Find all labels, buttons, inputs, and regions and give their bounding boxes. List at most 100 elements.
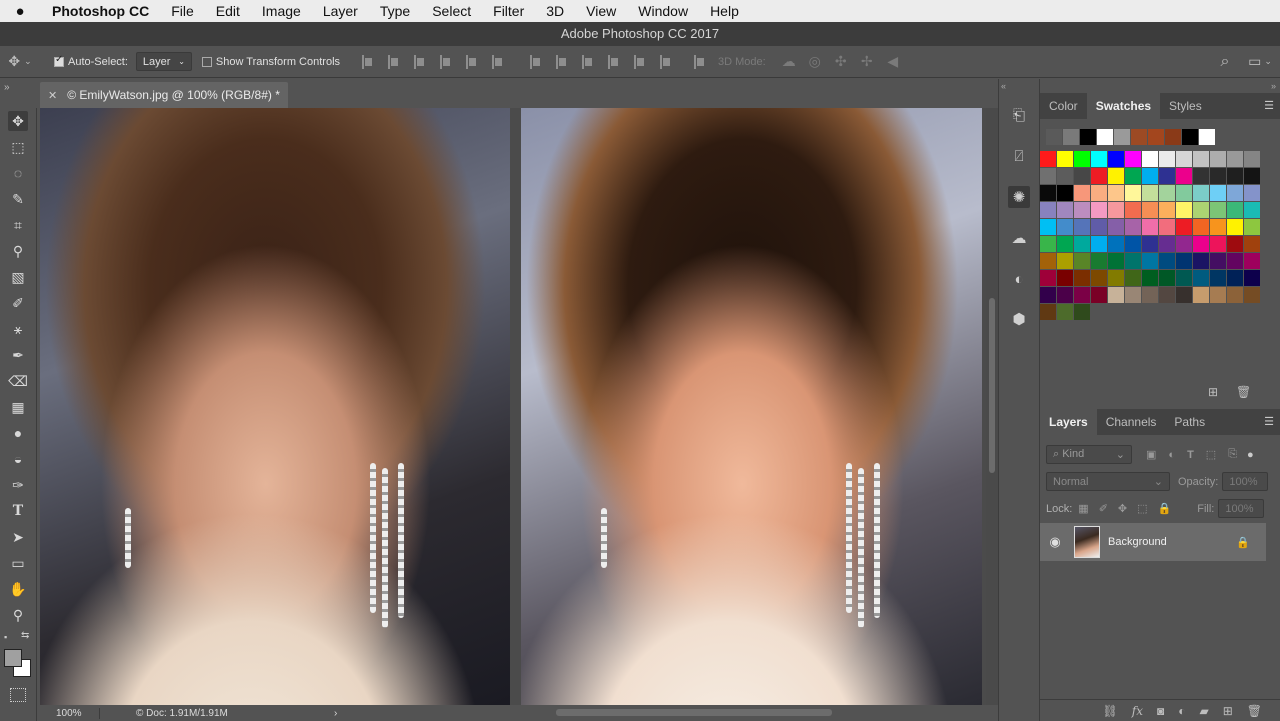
dodge-tool[interactable]: ◒ (8, 449, 28, 469)
swatch[interactable] (1057, 151, 1073, 167)
swatch[interactable] (1159, 287, 1175, 303)
swatch[interactable] (1074, 202, 1090, 218)
swatch[interactable] (1193, 168, 1209, 184)
align-hcenter-icon[interactable] (466, 54, 477, 69)
swatch[interactable] (1091, 236, 1107, 252)
swatch[interactable] (1057, 236, 1073, 252)
swatch[interactable] (1125, 270, 1141, 286)
libraries-panel-icon[interactable]: ☁ (1008, 227, 1030, 249)
swatch[interactable] (1091, 151, 1107, 167)
swatch[interactable] (1182, 129, 1198, 145)
brush-tool[interactable]: ✐ (8, 293, 28, 313)
swatch[interactable] (1176, 287, 1192, 303)
align-bottom-icon[interactable] (414, 54, 425, 69)
swatch[interactable] (1125, 185, 1141, 201)
lock-pixels-icon[interactable]: ✐ (1099, 502, 1108, 515)
swatch[interactable] (1142, 219, 1158, 235)
3d-orbit-icon[interactable]: ☁ (776, 53, 802, 70)
menu-3d[interactable]: 3D (535, 3, 575, 19)
swatch[interactable] (1244, 151, 1260, 167)
swatch[interactable] (1125, 219, 1141, 235)
swatch[interactable] (1244, 287, 1260, 303)
auto-select-dropdown[interactable]: Layer ⌄ (135, 52, 192, 71)
lock-position-icon[interactable]: ✥ (1118, 502, 1127, 515)
swatch[interactable] (1142, 236, 1158, 252)
layer-style-icon[interactable]: fx (1132, 704, 1143, 718)
apple-icon[interactable]: ● (0, 3, 40, 20)
swatch[interactable] (1074, 270, 1090, 286)
swatch[interactable] (1057, 304, 1073, 320)
marquee-tool[interactable]: ⬚ (8, 137, 28, 157)
swatch[interactable] (1148, 129, 1164, 145)
swatch[interactable] (1125, 202, 1141, 218)
swatch[interactable] (1159, 270, 1175, 286)
swatch[interactable] (1244, 219, 1260, 235)
swatch[interactable] (1159, 219, 1175, 235)
menu-filter[interactable]: Filter (482, 3, 535, 19)
menu-window[interactable]: Window (627, 3, 699, 19)
tab-layers[interactable]: Layers (1040, 409, 1097, 435)
menu-type[interactable]: Type (369, 3, 421, 19)
adjustments-panel-icon[interactable]: ✺ (1008, 186, 1030, 208)
rectangle-tool[interactable]: ▭ (8, 553, 28, 573)
swatch[interactable] (1176, 168, 1192, 184)
vertical-scrollbar[interactable] (986, 108, 998, 705)
swatch[interactable] (1074, 219, 1090, 235)
distribute-top-icon[interactable] (530, 54, 541, 69)
menu-edit[interactable]: Edit (205, 3, 251, 19)
layer-kind-filter[interactable]: ⌕ Kind ⌄ (1046, 445, 1132, 464)
swatch[interactable] (1193, 253, 1209, 269)
distribute-vcenter-icon[interactable] (556, 54, 567, 69)
3d-scale-icon[interactable]: ◀ (880, 53, 906, 70)
swatch[interactable] (1108, 202, 1124, 218)
align-vcenter-icon[interactable] (388, 54, 399, 69)
new-layer-icon[interactable]: ⊞ (1223, 704, 1233, 718)
new-group-icon[interactable]: ▰ (1199, 704, 1208, 718)
swatch[interactable] (1193, 219, 1209, 235)
tab-styles[interactable]: Styles (1160, 93, 1211, 119)
3d-panel-icon[interactable]: ⬢ (1008, 308, 1030, 330)
lock-all-icon[interactable]: 🔒 (1158, 502, 1172, 515)
align-right-icon[interactable] (492, 54, 503, 69)
healing-brush-tool[interactable]: ▧ (8, 267, 28, 287)
tab-swatches[interactable]: Swatches (1086, 93, 1161, 119)
type-tool[interactable]: T (8, 501, 28, 521)
filter-shape-icon[interactable]: ⬚ (1206, 448, 1216, 461)
path-select-tool[interactable]: ➤ (8, 527, 28, 547)
swatch[interactable] (1040, 236, 1056, 252)
swatch[interactable] (1176, 219, 1192, 235)
menu-view[interactable]: View (575, 3, 627, 19)
swatch[interactable] (1040, 219, 1056, 235)
swatch[interactable] (1227, 236, 1243, 252)
delete-layer-icon[interactable]: 🗑 (1247, 704, 1262, 718)
swatch[interactable] (1244, 253, 1260, 269)
swatch[interactable] (1108, 287, 1124, 303)
swatch[interactable] (1227, 185, 1243, 201)
swatch[interactable] (1176, 236, 1192, 252)
collapse-dock-icon[interactable]: « (1001, 81, 1006, 91)
swatch[interactable] (1040, 270, 1056, 286)
vertical-scroll-thumb[interactable] (989, 298, 995, 473)
menu-app-name[interactable]: Photoshop CC (40, 3, 160, 19)
new-swatch-icon[interactable]: ⊞ (1208, 385, 1218, 399)
swap-colors-icon[interactable]: ⇆ (21, 630, 29, 641)
swatch[interactable] (1210, 219, 1226, 235)
swatch[interactable] (1108, 219, 1124, 235)
tab-color[interactable]: Color (1040, 93, 1087, 119)
swatch[interactable] (1091, 253, 1107, 269)
swatch[interactable] (1193, 185, 1209, 201)
swatch[interactable] (1057, 202, 1073, 218)
foreground-color[interactable] (4, 649, 22, 667)
swatch[interactable] (1142, 202, 1158, 218)
swatch[interactable] (1227, 219, 1243, 235)
swatch[interactable] (1057, 270, 1073, 286)
align-top-icon[interactable] (362, 54, 373, 69)
swatch[interactable] (1159, 202, 1175, 218)
swatch[interactable] (1176, 202, 1192, 218)
swatch[interactable] (1057, 168, 1073, 184)
show-transform-checkbox[interactable] (201, 56, 212, 67)
zoom-tool[interactable]: ⚲ (8, 605, 28, 625)
swatch[interactable] (1108, 253, 1124, 269)
swatch[interactable] (1176, 270, 1192, 286)
swatch[interactable] (1159, 253, 1175, 269)
